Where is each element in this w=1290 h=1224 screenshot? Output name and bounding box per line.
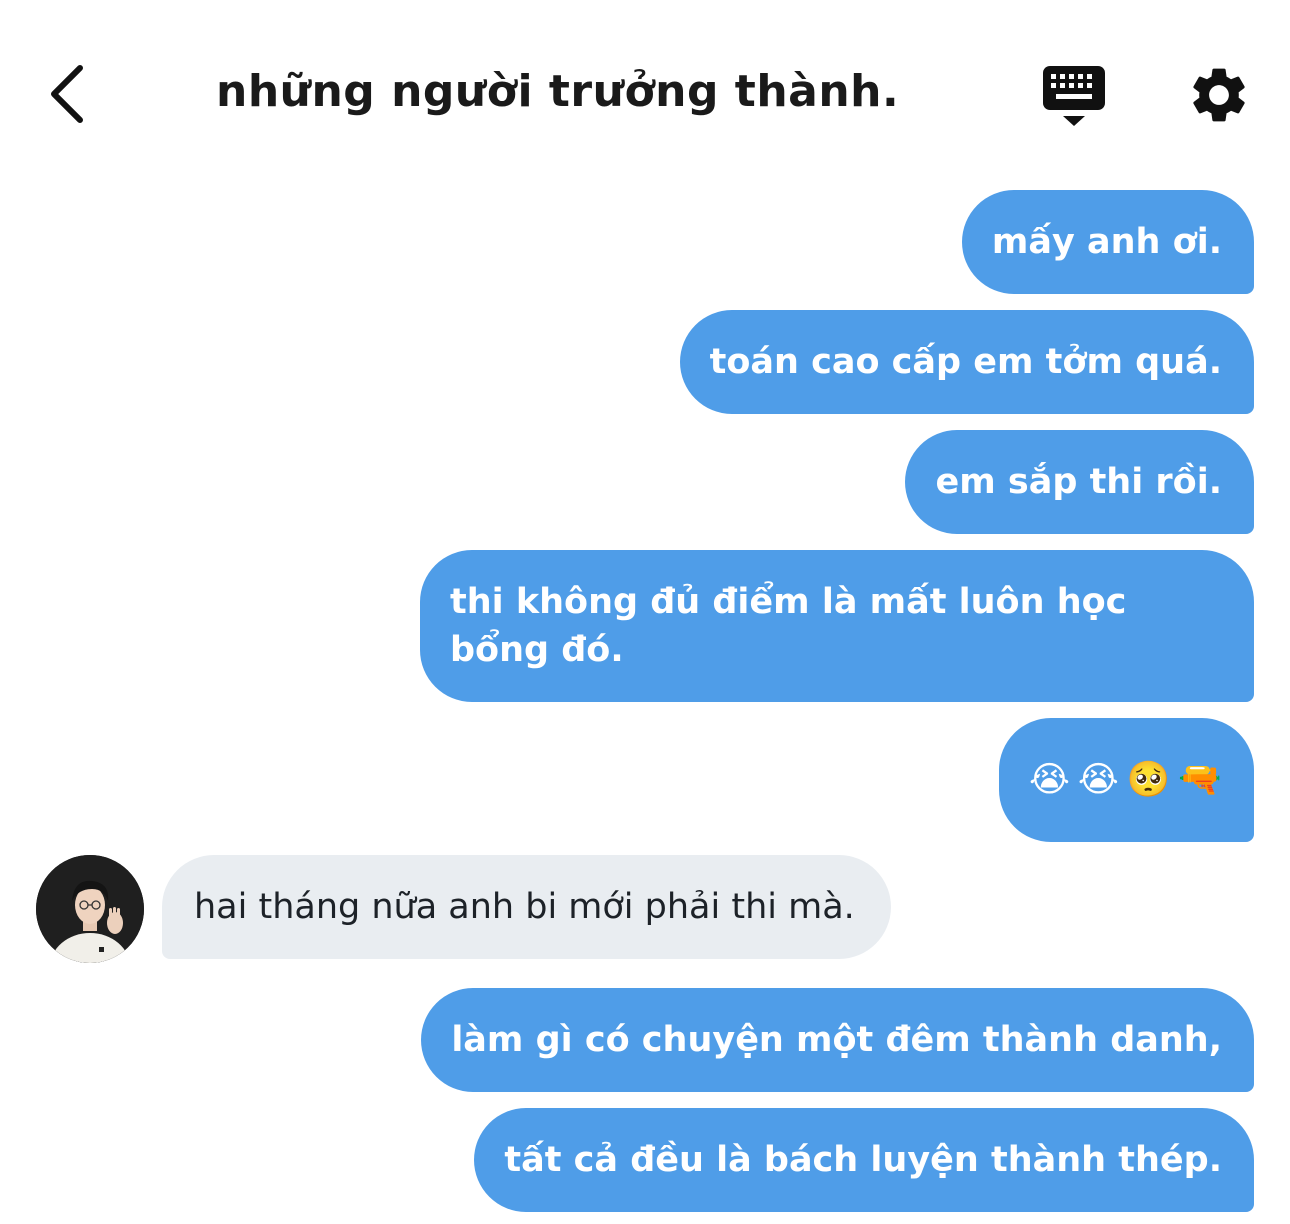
avatar-image bbox=[36, 855, 144, 963]
outgoing-message[interactable]: mấy anh ơi. bbox=[961, 190, 1254, 294]
chat-header: những người trưởng thành. bbox=[0, 0, 1290, 180]
outgoing-message[interactable]: làm gì có chuyện một đêm thành danh, bbox=[421, 988, 1254, 1092]
chat-title: những người trưởng thành. bbox=[216, 66, 900, 117]
outgoing-emoji-message[interactable]: 😭 😭 🥺 🔫 bbox=[999, 718, 1254, 842]
keyboard-button[interactable] bbox=[1040, 62, 1110, 132]
gear-icon bbox=[1193, 68, 1245, 122]
back-button[interactable] bbox=[36, 56, 96, 132]
avatar[interactable] bbox=[36, 855, 144, 963]
emoji-row: 😭 😭 🥺 🔫 bbox=[1029, 756, 1222, 804]
loudly-crying-face-emoji: 😭 bbox=[1029, 760, 1070, 800]
outgoing-message[interactable]: thi không đủ điểm là mất luôn học bổng đ… bbox=[420, 550, 1254, 702]
pleading-face-emoji: 🥺 bbox=[1126, 760, 1171, 800]
incoming-message[interactable]: hai tháng nữa anh bi mới phải thi mà. bbox=[162, 855, 891, 959]
chevron-left-icon bbox=[51, 65, 83, 123]
water-pistol-emoji: 🔫 bbox=[1178, 760, 1222, 800]
loudly-crying-face-emoji: 😭 bbox=[1077, 760, 1119, 800]
keyboard-hide-icon bbox=[1043, 66, 1105, 126]
outgoing-message[interactable]: toán cao cấp em tởm quá. bbox=[679, 310, 1254, 414]
outgoing-message[interactable]: em sắp thi rồi. bbox=[905, 430, 1254, 534]
settings-button[interactable] bbox=[1186, 62, 1252, 128]
outgoing-message[interactable]: tất cả đều là bách luyện thành thép. bbox=[474, 1108, 1254, 1212]
